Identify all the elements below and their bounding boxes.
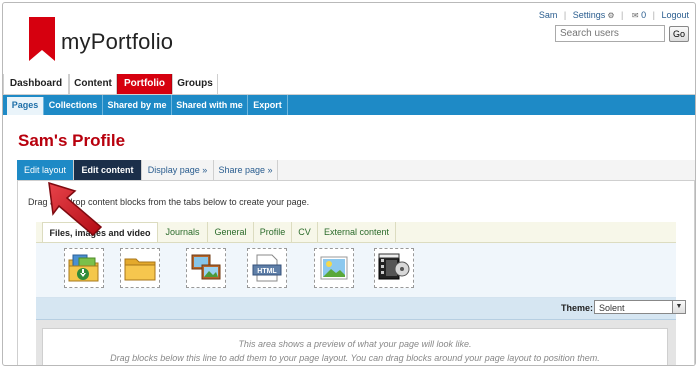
- category-general[interactable]: General: [208, 222, 254, 242]
- preview-hint-2: Drag blocks below this line to add them …: [110, 353, 600, 363]
- go-button[interactable]: Go: [668, 25, 689, 42]
- preview-hint-1: This area shows a preview of what your p…: [238, 339, 472, 349]
- tab-dashboard[interactable]: Dashboard: [3, 74, 69, 94]
- red-arrow-icon: [48, 181, 103, 237]
- theme-label: Theme:: [561, 303, 594, 313]
- user-link[interactable]: Sam: [539, 10, 558, 20]
- html-icon: HTML: [252, 254, 282, 282]
- tab-share-page[interactable]: Share page »: [214, 160, 278, 180]
- browser-frame: myPortfolio Sam | Settings ⚙ | ✉ 0 | Logo…: [2, 2, 696, 366]
- tab-content[interactable]: Content: [69, 74, 117, 94]
- sub-nav: Pages Collections Shared by me Shared wi…: [3, 95, 695, 115]
- layout-preview-area: This area shows a preview of what your p…: [36, 320, 676, 365]
- divider: |: [621, 10, 624, 20]
- tab-groups[interactable]: Groups: [172, 74, 218, 94]
- block-image[interactable]: [314, 248, 354, 288]
- theme-bar: Theme: Solent ▼: [36, 298, 686, 320]
- mail-icon: ✉: [631, 11, 639, 20]
- category-journals[interactable]: Journals: [158, 222, 208, 242]
- file-download-icon: [68, 254, 99, 282]
- image-gallery-icon: [191, 254, 221, 280]
- block-palette: HTML: [36, 243, 676, 298]
- main-nav: Dashboard Content Portfolio Groups: [3, 74, 695, 95]
- divider: |: [563, 10, 567, 20]
- category-profile[interactable]: Profile: [254, 222, 292, 242]
- image-icon: [320, 256, 348, 280]
- tab-edit-layout[interactable]: Edit layout: [17, 160, 74, 180]
- subtab-pages[interactable]: Pages: [7, 97, 44, 115]
- logout-link[interactable]: Logout: [661, 10, 689, 20]
- svg-text:HTML: HTML: [257, 268, 277, 275]
- app-name: myPortfolio: [61, 29, 174, 54]
- block-file-download[interactable]: [64, 248, 104, 288]
- subtab-export[interactable]: Export: [248, 95, 288, 115]
- tab-edit-content[interactable]: Edit content: [74, 160, 142, 180]
- subtab-collections[interactable]: Collections: [44, 95, 103, 115]
- block-category-tabs: Files, images and video Journals General…: [36, 222, 676, 243]
- video-icon: [378, 253, 410, 280]
- folder-icon: [124, 258, 156, 281]
- block-image-gallery[interactable]: [186, 248, 226, 288]
- block-video[interactable]: [374, 248, 414, 288]
- subtab-shared-with-me[interactable]: Shared with me: [172, 95, 248, 115]
- block-folder[interactable]: [120, 248, 160, 288]
- preview-drop-zone[interactable]: This area shows a preview of what your p…: [42, 328, 668, 365]
- page-title: Sam's Profile: [18, 131, 126, 150]
- theme-value: Solent: [599, 303, 625, 313]
- user-search: Go: [554, 25, 689, 42]
- settings-link[interactable]: Settings ⚙: [573, 10, 615, 20]
- theme-select[interactable]: Solent ▼: [594, 300, 686, 314]
- category-cv[interactable]: CV: [292, 222, 318, 242]
- messages-count: 0: [641, 10, 647, 20]
- user-nav: Sam | Settings ⚙ | ✉ 0 | Logout: [539, 10, 689, 20]
- edit-tabs: Edit layout Edit content Display page » …: [17, 160, 695, 181]
- category-external-content[interactable]: External content: [318, 222, 396, 242]
- search-input[interactable]: [554, 25, 665, 42]
- tab-portfolio[interactable]: Portfolio: [117, 74, 172, 94]
- tab-display-page[interactable]: Display page »: [142, 160, 214, 180]
- block-html[interactable]: HTML: [247, 248, 287, 288]
- inbox-link[interactable]: ✉ 0: [630, 10, 646, 20]
- divider: |: [652, 10, 655, 20]
- subtab-shared-by-me[interactable]: Shared by me: [103, 95, 172, 115]
- chevron-down-icon: ▼: [672, 301, 685, 313]
- settings-label: Settings: [572, 10, 606, 20]
- bookmark-logo-icon: [29, 17, 55, 61]
- gear-icon: ⚙: [607, 11, 615, 20]
- edit-panel: Drag and drop content blocks from the ta…: [17, 181, 695, 365]
